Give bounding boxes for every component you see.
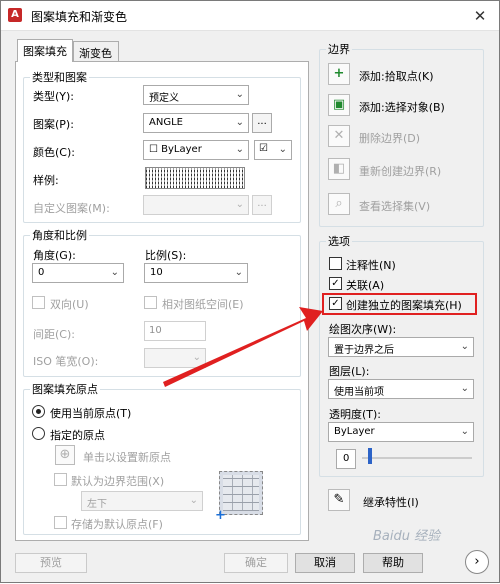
ok-button[interactable]: 确定 (224, 553, 288, 573)
more-options-button[interactable]: › (465, 550, 489, 574)
hatch-dialog: A 图案填充和渐变色 ✕ 图案填充 渐变色 类型和图案 类型(Y): 预定义 ⌄ … (0, 0, 500, 583)
annotation-arrow (163, 307, 323, 387)
tab-hatch[interactable]: 图案填充 (17, 39, 73, 62)
cancel-button[interactable]: 取消 (295, 553, 355, 573)
watermark: Baidu 经验 (373, 529, 441, 544)
arrow-shape (163, 307, 323, 387)
preview-button[interactable]: 预览 (15, 553, 87, 573)
help-button[interactable]: 帮助 (363, 553, 423, 573)
